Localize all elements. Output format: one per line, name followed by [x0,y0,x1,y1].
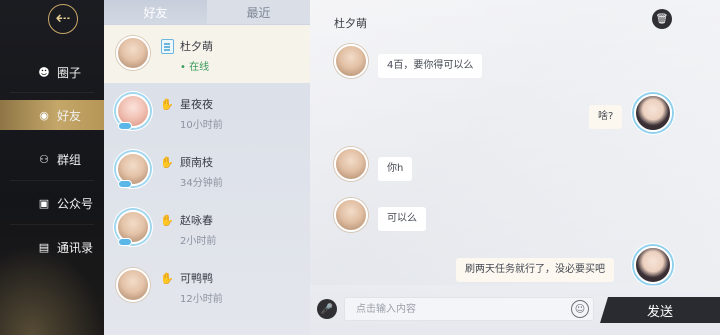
smiley-icon: ☺ [574,303,586,315]
friend-name: 赵咏春 [180,214,213,227]
message-bubble: 刷两天任务就行了，没必要买吧 [456,258,614,282]
avatar[interactable] [334,44,368,78]
friend-item[interactable]: ✋ 赵咏春 2小时前 [104,199,310,257]
list-tabs: 好友 最近 [104,0,310,24]
message-input[interactable] [344,297,594,321]
friend-item[interactable]: ✋ 顾南枝 34分钟前 [104,141,310,199]
group-icon: ⚇ [39,152,49,166]
avatar [116,268,150,302]
avatar [116,36,150,70]
friend-item[interactable]: ✋ 星夜夜 10小时前 [104,83,310,141]
sidebar-item-circle[interactable]: ☻ 圈子 [0,57,104,87]
avatar[interactable] [634,246,672,284]
divider [10,224,94,225]
emoji-button[interactable]: ☺ [571,300,589,318]
message-bubble: 你h [378,157,413,181]
sidebar-item-label: 公众号 [57,196,94,211]
divider [10,180,94,181]
voice-button[interactable]: 🎤 [317,299,337,319]
avatar[interactable] [334,198,368,232]
sidebar-item-label: 群组 [57,152,82,167]
tab-recent[interactable]: 最近 [207,0,310,24]
friend-name: 星夜夜 [180,98,213,111]
handshake-icon: ✋ [160,214,174,227]
friend-name: 杜夕萌 [180,40,213,53]
avatar[interactable] [334,147,368,181]
sidebar-item-official-accounts[interactable]: ▣ 公众号 [0,188,104,218]
back-arrow-icon: ⇠ [55,8,71,29]
sidebar-item-friends[interactable]: ◉ 好友 [0,100,104,130]
image-icon: ▣ [38,196,50,210]
trash-button[interactable]: 🗑 [652,9,672,29]
trash-icon: 🗑 [655,13,669,25]
handshake-icon: ✋ [160,156,174,169]
chat-title: 杜夕萌 [334,17,367,30]
friend-name: 可鸭鸭 [180,272,213,285]
friend-item[interactable]: 杜夕萌 • 在线 [104,25,310,83]
level-badge [118,122,132,130]
sidebar-item-label: 圈子 [57,65,82,80]
friend-icon: ◉ [39,108,49,122]
decorative-glow [0,245,104,335]
back-button[interactable]: ⇠ [48,4,78,34]
handshake-icon: ✋ [160,272,174,285]
card-icon [161,39,174,54]
friend-list-panel: 好友 最近 杜夕萌 • 在线 ✋ 星夜夜 10小时前 ✋ 顾南枝 34分钟前 ✋… [104,0,310,335]
friend-status: 34分钟前 [180,178,223,189]
tab-friends[interactable]: 好友 [104,0,207,24]
friend-name: 顾南枝 [180,156,213,169]
friend-status: 10小时前 [180,120,223,131]
avatar[interactable] [634,94,672,132]
friend-status: • 在线 [180,62,210,73]
sidebar-item-groups[interactable]: ⚇ 群组 [0,144,104,174]
sidebar-item-label: 好友 [57,108,82,123]
chat-panel: 杜夕萌 🗑 4百，要你得可以么 啥? 你h 可以么 刷两天任务就行了，没必要买吧… [310,0,720,335]
friend-item[interactable]: ✋ 可鸭鸭 12小时前 [104,257,310,315]
microphone-icon: 🎤 [320,303,334,315]
divider [10,92,94,93]
left-sidebar: ⇠ ☻ 圈子 ◉ 好友 ⚇ 群组 ▣ 公众号 ▤ 通讯录 [0,0,104,335]
message-bubble: 4百，要你得可以么 [378,54,483,78]
friend-status: 12小时前 [180,294,223,305]
circle-chat-icon: ☻ [38,65,50,79]
message-bubble: 可以么 [378,207,426,231]
level-badge [118,238,132,246]
input-bar: 🎤 ☺ 发送 [310,285,720,335]
chat-header: 杜夕萌 🗑 [310,0,720,40]
send-button[interactable]: 发送 [600,297,720,323]
friend-status: 2小时前 [180,236,217,247]
message-bubble: 啥? [589,105,623,129]
level-badge [118,180,132,188]
handshake-icon: ✋ [160,98,174,111]
